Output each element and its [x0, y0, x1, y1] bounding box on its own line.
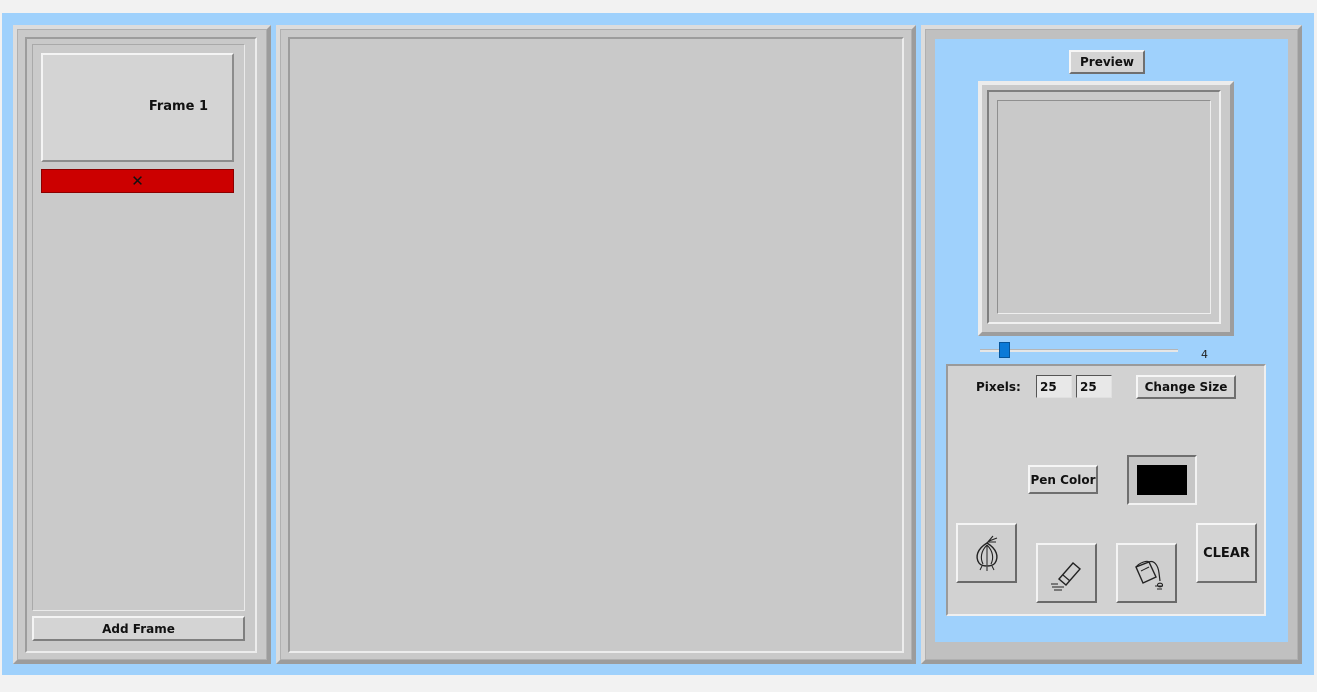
- clear-button[interactable]: CLEAR: [1196, 523, 1257, 583]
- tools-panel: Pixels: 25 25 Change Size Pen Color CLEA…: [946, 364, 1266, 616]
- frames-panel-inner: Frame 1 ✕ Add Frame: [25, 37, 257, 653]
- app-window: Frame 1 ✕ Add Frame Preview 4 Pixels: 25…: [2, 13, 1314, 675]
- controls-panel: Preview 4 Pixels: 25 25 Change Size Pen …: [921, 25, 1302, 664]
- pixel-height-input[interactable]: 25: [1076, 375, 1112, 398]
- preview-frame: [978, 81, 1234, 336]
- frame-list: Frame 1 ✕: [32, 44, 245, 611]
- preview-speed-slider[interactable]: [978, 341, 1182, 359]
- eraser-icon: [1050, 562, 1081, 591]
- frames-panel: Frame 1 ✕ Add Frame: [13, 25, 271, 664]
- preview-canvas: [997, 100, 1211, 314]
- slider-thumb[interactable]: [999, 342, 1011, 358]
- onion-skin-button[interactable]: [956, 523, 1017, 583]
- preview-speed-value: 4: [1201, 348, 1208, 361]
- fill-button[interactable]: [1116, 543, 1177, 603]
- pen-color-swatch[interactable]: [1127, 455, 1197, 505]
- canvas-panel: [276, 25, 916, 664]
- pixels-label: Pixels:: [976, 380, 1021, 394]
- paint-bucket-icon: [1134, 560, 1163, 590]
- onion-icon: [975, 535, 998, 571]
- pixel-width-input[interactable]: 25: [1036, 375, 1072, 398]
- pen-color-preview: [1137, 465, 1187, 495]
- frame-label: Frame 1: [148, 99, 208, 114]
- preview-border: [987, 90, 1221, 324]
- change-size-button[interactable]: Change Size: [1136, 375, 1236, 399]
- drawing-canvas[interactable]: [288, 37, 904, 653]
- frame-thumbnail[interactable]: Frame 1: [41, 53, 234, 162]
- eraser-button[interactable]: [1036, 543, 1097, 603]
- controls-area: Preview 4 Pixels: 25 25 Change Size Pen …: [935, 39, 1288, 642]
- delete-frame-button[interactable]: ✕: [41, 169, 234, 193]
- pen-color-button[interactable]: Pen Color: [1028, 465, 1098, 494]
- preview-button[interactable]: Preview: [1069, 50, 1145, 74]
- close-icon: ✕: [131, 172, 144, 190]
- add-frame-button[interactable]: Add Frame: [32, 616, 245, 641]
